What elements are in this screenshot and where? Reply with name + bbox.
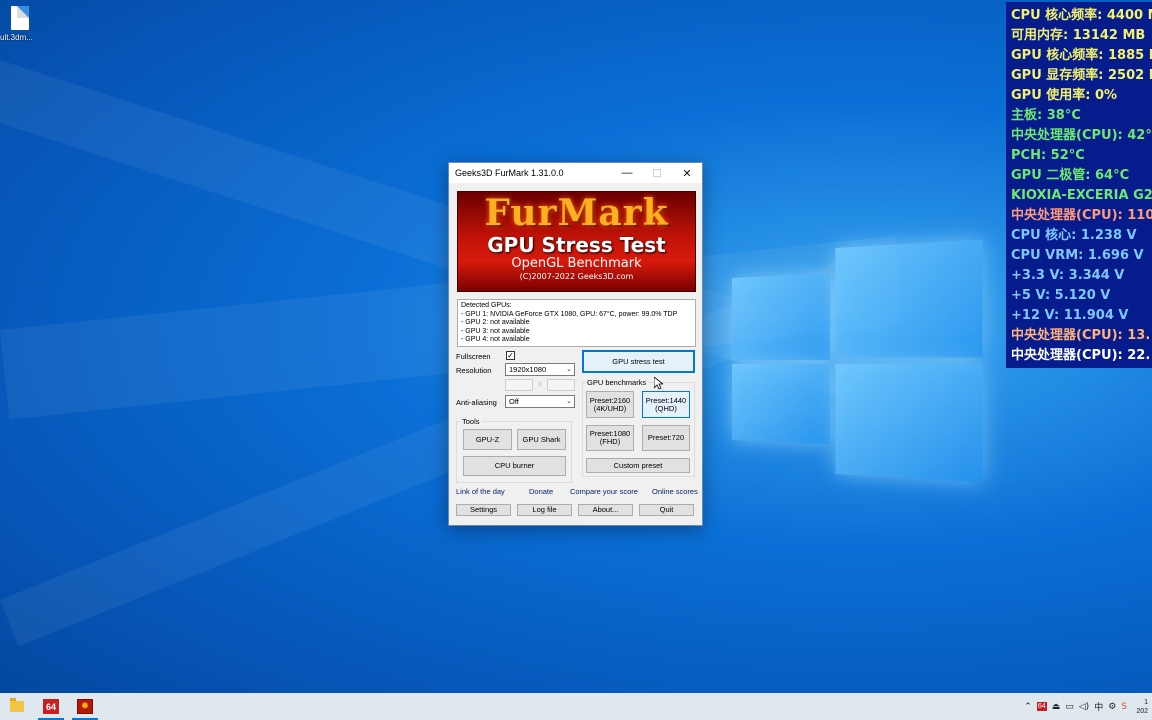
preset-1080-button[interactable]: Preset:1080 (FHD) [586,425,634,451]
clock-date: 202 [1136,707,1148,715]
sensor-row: 中央处理器(CPU): 42° [1011,128,1152,143]
volume-icon[interactable]: ◁) [1079,702,1089,712]
banner-subtitle2: OpenGL Benchmark [511,256,642,271]
width-input-disabled [505,379,533,391]
antialiasing-label: Anti-aliasing [456,398,497,407]
banner-subtitle: GPU Stress Test [487,233,666,257]
online-scores-link[interactable]: Online scores [652,487,698,496]
preset-2160-button[interactable]: Preset:2160 (4K/UHD) [586,391,634,418]
furmark-banner-logo: FurMark GPU Stress Test OpenGL Benchmark… [457,191,696,292]
detected-gpus-box[interactable]: Detected GPUs: - GPU 1: NVIDIA GeForce G… [457,299,696,347]
gpuz-button[interactable]: GPU-Z [463,429,512,450]
sensor-row: +5 V: 5.120 V [1011,288,1111,303]
usb-icon[interactable]: ⏏ [1052,702,1061,712]
compare-score-link[interactable]: Compare your score [570,487,638,496]
input-method-icon[interactable]: ⚙ [1108,702,1116,712]
file-explorer-taskbar-button[interactable] [0,693,34,720]
sensor-row: KIOXIA-EXCERIA G2 S [1011,188,1152,203]
aida64-tray-icon[interactable]: 64 [1036,702,1047,711]
sensor-row: GPU 显存频率: 2502 N [1011,68,1152,83]
sensor-row: 主板: 38°C [1011,108,1081,123]
gpu-stress-test-button[interactable]: GPU stress test [582,350,695,373]
logfile-button[interactable]: Log file [517,504,572,516]
gpushark-button[interactable]: GPU Shark [517,429,566,450]
system-tray: ⌃ 64 ⏏ ▭ ◁) 中 ⚙ S 1 202 [1024,693,1152,720]
chevron-down-icon: ⌄ [566,366,572,373]
gpu-line: - GPU 4: not available [461,336,530,344]
furmark-window: Geeks3D FurMark 1.31.0.0 — ☐ ✕ FurMark G… [448,162,703,526]
antialiasing-select[interactable]: Off ⌄ [505,395,575,408]
sensor-row: PCH: 52°C [1011,148,1085,163]
resolution-label: Resolution [456,366,492,375]
desktop-file-label: ult.3dm... [0,33,33,42]
sensor-row: GPU 核心频率: 1885 N [1011,48,1152,63]
banner-copyright: (C)2007-2022 Geeks3D.com [519,272,634,281]
aida64-icon: 64 [43,699,59,714]
network-icon[interactable]: ▭ [1065,702,1074,712]
sensor-row: 中央处理器(CPU): 13. [1011,328,1151,343]
furmark-logo-text: FurMark [484,192,669,234]
gpu-list-header: Detected GPUs: [461,302,512,309]
gpu-line: - GPU 3: not available [461,327,530,335]
fullscreen-checkbox[interactable]: ✓ [506,351,515,360]
minimize-button[interactable]: — [612,163,642,183]
preset-720-button[interactable]: Preset:720 [642,425,690,451]
title-bar[interactable]: Geeks3D FurMark 1.31.0.0 — ☐ ✕ [449,163,702,183]
cpuburner-button[interactable]: CPU burner [463,456,566,476]
benchmarks-label: GPU benchmarks [585,378,649,387]
antialiasing-value: Off [509,397,519,406]
clock[interactable]: 1 202 [1132,698,1148,716]
sensor-row: 可用内存: 13142 MB [1011,28,1146,43]
sensor-row: CPU VRM: 1.696 V [1011,248,1144,263]
preset-1440-button[interactable]: Preset:1440 (QHD) [642,391,690,418]
sensor-row: 中央处理器(CPU): 110 [1011,208,1152,223]
furmark-icon: ✹ [77,699,93,714]
window-title: Geeks3D FurMark 1.31.0.0 [455,168,564,178]
sensor-row: +3.3 V: 3.344 V [1011,268,1125,283]
fullscreen-label: Fullscreen [456,352,491,361]
furmark-taskbar-button[interactable]: ✹ [68,693,102,720]
folder-icon [10,698,24,712]
sensor-row: 中央处理器(CPU): 22. [1011,348,1151,363]
gpu-line: - GPU 1: NVIDIA GeForce GTX 1080, GPU: 6… [461,310,678,318]
sensor-row: CPU 核心: 1.238 V [1011,228,1137,243]
app-tray-icon[interactable]: S [1121,702,1127,712]
chevron-up-icon[interactable]: ⌃ [1024,702,1032,712]
close-button[interactable]: ✕ [672,163,702,183]
resolution-select[interactable]: 1920x1080 ⌄ [505,363,575,376]
sensor-row: CPU 核心频率: 4400 M [1011,8,1152,23]
taskbar: 64 ✹ ⌃ 64 ⏏ ▭ ◁) 中 ⚙ S 1 202 [0,693,1152,720]
donate-link[interactable]: Donate [529,487,553,496]
sensor-row: GPU 二极管: 64°C [1011,168,1130,183]
mouse-cursor-icon [654,377,663,390]
chevron-down-icon: ⌄ [566,398,572,405]
aida64-taskbar-button[interactable]: 64 [34,693,68,720]
sensor-row: GPU 使用率: 0% [1011,88,1118,103]
maximize-button: ☐ [652,167,662,180]
sensor-overlay-panel: CPU 核心频率: 4400 M 可用内存: 13142 MB GPU 核心频率: … [1006,2,1152,368]
gpu-line: - GPU 2: not available [461,319,530,327]
sensor-row: +12 V: 11.904 V [1011,308,1129,323]
link-of-the-day[interactable]: Link of the day [456,487,505,496]
file-icon [11,6,29,30]
desktop-file-icon[interactable]: ult.3dm... [0,6,40,42]
times-icon: x [538,381,542,388]
settings-button[interactable]: Settings [456,504,511,516]
ime-indicator[interactable]: 中 [1094,700,1103,713]
custom-preset-button[interactable]: Custom preset [586,458,690,473]
clock-time: 1 [1144,698,1148,706]
height-input-disabled [547,379,575,391]
resolution-value: 1920x1080 [509,365,547,374]
windows-logo-wallpaper [732,239,983,483]
about-button[interactable]: About... [578,504,633,516]
quit-button[interactable]: Quit [639,504,694,516]
tools-label: Tools [460,417,482,426]
